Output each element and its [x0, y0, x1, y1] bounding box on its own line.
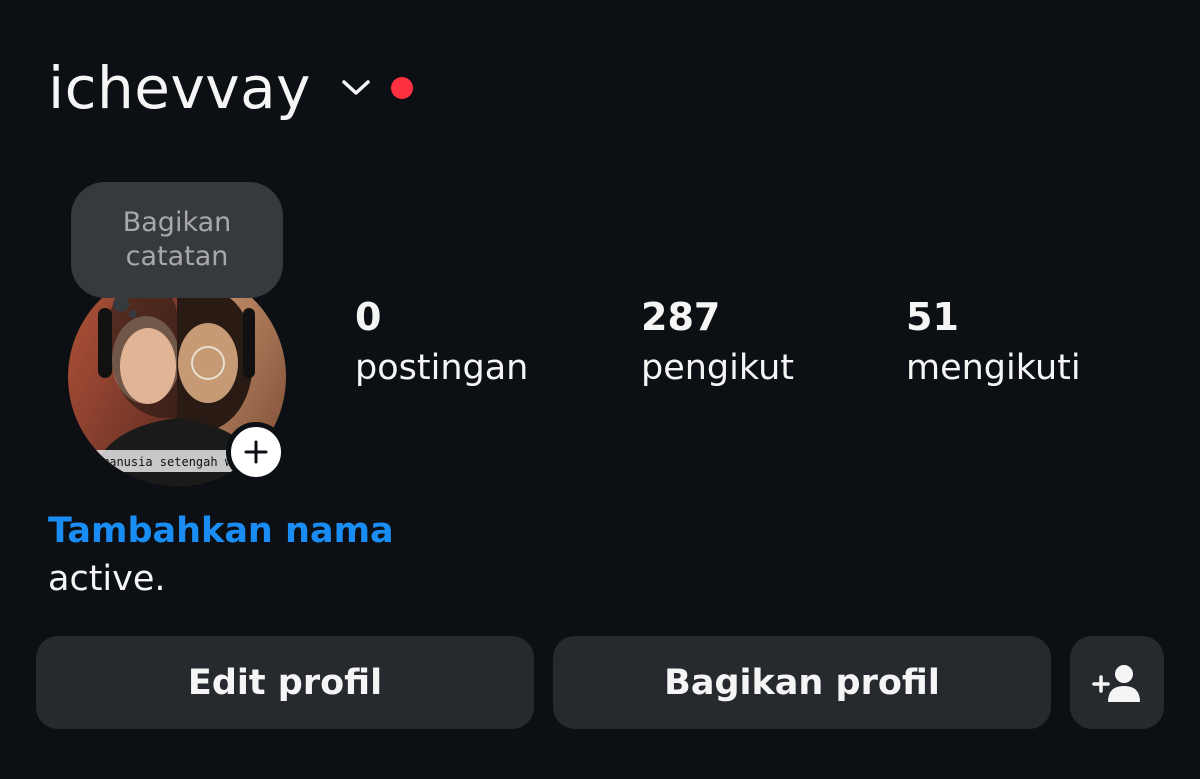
note-bubble-tail	[113, 296, 129, 312]
stat-following-label: mengikuti	[906, 348, 1081, 388]
note-line-2: catatan	[125, 241, 229, 272]
stat-following[interactable]: 51 mengikuti	[906, 292, 1081, 394]
note-line-1: Bagikan	[122, 207, 232, 238]
chevron-down-icon[interactable]	[341, 73, 371, 103]
stat-posts-value: 0	[355, 295, 382, 339]
bio-text: active.	[48, 559, 166, 599]
stat-followers-value: 287	[641, 295, 721, 339]
avatar-caption: manusia setengah w	[102, 455, 233, 469]
stat-posts-label: postingan	[355, 348, 529, 388]
profile-avatar-container[interactable]: manusia setengah w	[68, 268, 286, 486]
add-person-icon	[1092, 664, 1140, 702]
stat-following-value: 51	[906, 295, 959, 339]
stat-followers-label: pengikut	[641, 348, 794, 388]
notification-dot	[390, 77, 413, 99]
discover-people-button[interactable]	[1070, 636, 1164, 729]
stat-followers[interactable]: 287 pengikut	[641, 292, 794, 394]
edit-profile-button[interactable]: Edit profil	[36, 636, 534, 729]
profile-header: ichevvay	[48, 52, 413, 124]
note-bubble-tail-small	[129, 310, 137, 318]
plus-icon	[244, 440, 268, 464]
username[interactable]: ichevvay	[48, 52, 311, 124]
share-profile-button[interactable]: Bagikan profil	[553, 636, 1051, 729]
note-bubble[interactable]: Bagikan catatan	[71, 182, 283, 298]
add-story-button[interactable]	[226, 422, 286, 482]
stat-posts[interactable]: 0 postingan	[355, 292, 528, 394]
add-name-link[interactable]: Tambahkan nama	[48, 508, 394, 554]
